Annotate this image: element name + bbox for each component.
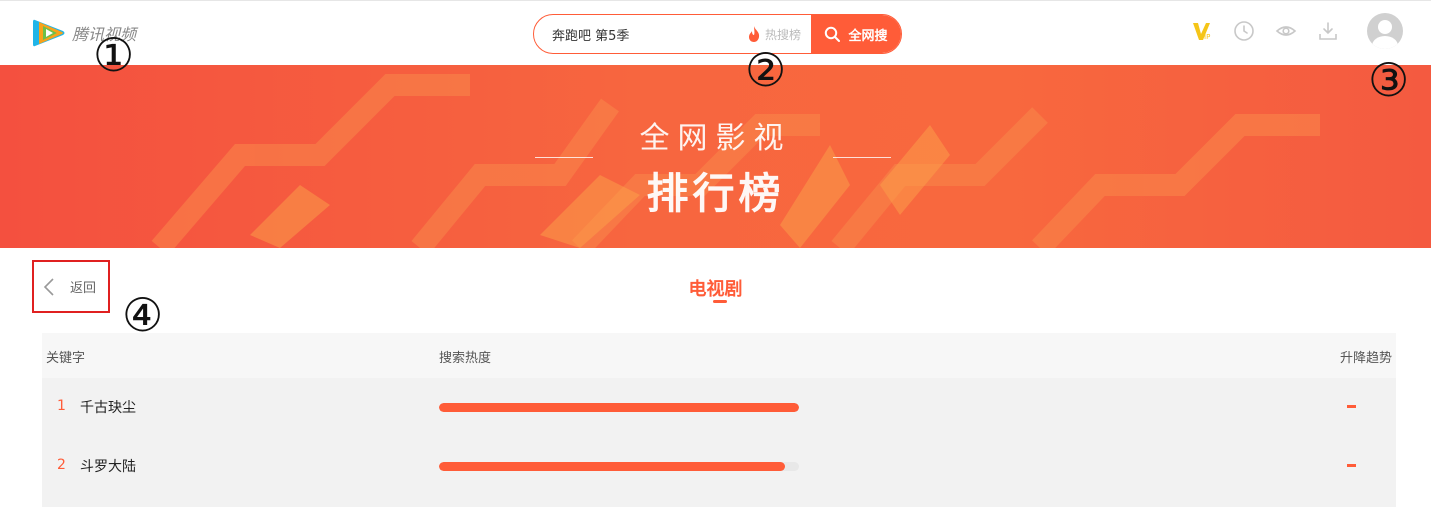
download-icon[interactable] xyxy=(1317,20,1339,42)
heat-bar-fill xyxy=(439,462,785,471)
header-actions: IP xyxy=(1191,13,1403,49)
marker-3: ③ xyxy=(1368,53,1410,107)
search-icon xyxy=(825,26,841,42)
hot-search-link[interactable]: 热搜榜 xyxy=(747,26,811,43)
top-header: 腾讯视频 热搜榜 全网搜 IP xyxy=(0,0,1431,65)
marker-2: ② xyxy=(745,43,787,97)
banner-title-line1: 全网影视 xyxy=(639,121,792,156)
logo-icon xyxy=(33,19,65,47)
marker-1: ① xyxy=(93,28,135,82)
table-header: 关键字 搜索热度 升降趋势 xyxy=(42,333,1396,378)
column-trend: 升降趋势 xyxy=(1339,351,1392,366)
column-keyword: 关键字 xyxy=(46,351,86,366)
search-button[interactable]: 全网搜 xyxy=(811,15,901,53)
column-heat: 搜索热度 xyxy=(439,351,492,366)
trend-flat-icon xyxy=(1347,464,1356,467)
rank-number: 2 xyxy=(57,457,66,473)
ranking-banner: 全网影视 排行榜 xyxy=(0,65,1431,248)
banner-line-left xyxy=(535,157,593,158)
show-title[interactable]: 千古玦尘 xyxy=(80,397,136,417)
table-row[interactable]: 1 千古玦尘 xyxy=(42,378,1396,436)
search-bar: 热搜榜 全网搜 xyxy=(533,14,902,54)
show-title[interactable]: 斗罗大陆 xyxy=(80,456,136,476)
svg-text:IP: IP xyxy=(1204,33,1210,41)
flame-icon xyxy=(748,26,760,42)
category-title: 电视剧 xyxy=(688,279,743,300)
trend-flat-icon xyxy=(1347,405,1356,408)
user-avatar[interactable] xyxy=(1367,13,1403,49)
history-icon[interactable] xyxy=(1233,20,1255,42)
vip-icon[interactable]: IP xyxy=(1191,20,1213,42)
search-button-label: 全网搜 xyxy=(848,28,888,44)
table-row[interactable]: 2 斗罗大陆 xyxy=(42,437,1396,495)
search-input[interactable] xyxy=(534,15,747,53)
watch-icon[interactable] xyxy=(1275,20,1297,42)
banner-title-line2: 排行榜 xyxy=(646,169,785,218)
ranking-table: 关键字 搜索热度 升降趋势 1 千古玦尘 2 斗罗大陆 xyxy=(42,333,1396,507)
category-underline xyxy=(713,300,727,303)
heat-bar xyxy=(439,403,799,412)
rank-number: 1 xyxy=(57,398,66,414)
heat-bar xyxy=(439,462,799,471)
page: 腾讯视频 热搜榜 全网搜 IP xyxy=(0,0,1431,507)
heat-bar-fill xyxy=(439,403,799,412)
banner-line-right xyxy=(833,157,891,158)
hot-search-label: 热搜榜 xyxy=(764,27,801,42)
